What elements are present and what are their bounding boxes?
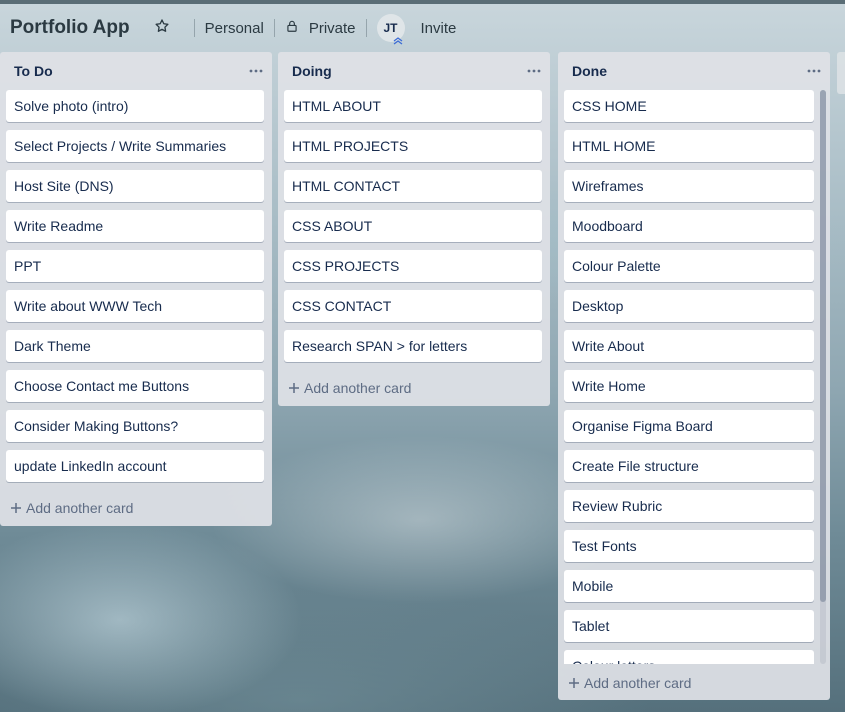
list-title[interactable]: Doing [292, 63, 332, 79]
visibility-label: Private [308, 19, 356, 37]
card[interactable]: Consider Making Buttons? [6, 410, 264, 442]
lock-icon [285, 19, 309, 37]
workspace-button[interactable]: Personal [205, 20, 264, 37]
header-divider [273, 19, 275, 37]
card[interactable]: HTML PROJECTS [284, 130, 542, 162]
list-title[interactable]: To Do [14, 63, 53, 79]
card[interactable]: HTML ABOUT [284, 90, 542, 122]
card[interactable]: Colour Palette [564, 250, 814, 282]
list-header: Doing [278, 52, 550, 90]
card[interactable]: Wireframes [564, 170, 814, 202]
card[interactable]: update LinkedIn account [6, 450, 264, 482]
card[interactable]: Write about WWW Tech [6, 290, 264, 322]
workspace-label: Personal [204, 19, 264, 37]
card-scroll-area[interactable]: CSS HOME HTML HOME Wireframes Moodboard … [558, 90, 830, 664]
card[interactable]: HTML CONTACT [284, 170, 542, 202]
list-doing: Doing HTML ABOUT HTML PROJECTS HTML CONT… [278, 52, 550, 406]
card[interactable]: Tablet [564, 610, 814, 642]
admin-chevrons-icon [393, 37, 402, 45]
card[interactable]: Write About [564, 330, 814, 362]
card[interactable]: HTML HOME [564, 130, 814, 162]
card[interactable]: Create File structure [564, 450, 814, 482]
list-header: To Do [0, 52, 272, 90]
card[interactable]: Host Site (DNS) [6, 170, 264, 202]
star-icon[interactable] [154, 18, 184, 39]
card[interactable]: Select Projects / Write Summaries [6, 130, 264, 162]
header-divider [365, 19, 367, 37]
card[interactable]: Moodboard [564, 210, 814, 242]
card[interactable]: Organise Figma Board [564, 410, 814, 442]
card[interactable]: Desktop [564, 290, 814, 322]
plus-icon [289, 383, 299, 393]
card[interactable]: Review Rubric [564, 490, 814, 522]
header-divider [193, 19, 195, 37]
card[interactable]: CSS ABOUT [284, 210, 542, 242]
scrollbar-thumb[interactable] [820, 90, 826, 602]
card[interactable]: Write Readme [6, 210, 264, 242]
card[interactable]: CSS HOME [564, 90, 814, 122]
card[interactable]: CSS PROJECTS [284, 250, 542, 282]
card-list: HTML ABOUT HTML PROJECTS HTML CONTACT CS… [278, 90, 550, 362]
card-list: CSS HOME HTML HOME Wireframes Moodboard … [558, 90, 830, 664]
board-header: Portfolio App Personal Private JT Invite [0, 4, 845, 52]
card[interactable]: Write Home [564, 370, 814, 402]
card[interactable]: Colour letters [564, 650, 814, 664]
avatar[interactable]: JT [376, 14, 405, 45]
card[interactable]: Mobile [564, 570, 814, 602]
add-card-label: Add another card [584, 675, 692, 691]
add-card-button[interactable]: Add another card [558, 664, 830, 702]
add-card-button[interactable]: Add another card [278, 370, 550, 406]
more-horizontal-icon[interactable] [526, 62, 542, 80]
more-horizontal-icon[interactable] [248, 62, 264, 80]
add-card-label: Add another card [304, 380, 412, 396]
scrollbar[interactable] [820, 90, 826, 664]
plus-icon [569, 678, 579, 688]
avatar-initials: JT [383, 21, 398, 35]
board-title[interactable]: Portfolio App [10, 17, 130, 39]
card[interactable]: Solve photo (intro) [6, 90, 264, 122]
list-done: Done CSS HOME HTML HOME Wireframes Moodb… [558, 52, 830, 700]
add-card-label: Add another card [26, 500, 134, 516]
invite-label: Invite [420, 19, 457, 37]
list-title[interactable]: Done [572, 63, 607, 79]
card[interactable]: PPT [6, 250, 264, 282]
card[interactable]: Research SPAN > for letters [284, 330, 542, 362]
invite-button[interactable]: Invite [421, 20, 457, 37]
add-card-button[interactable]: Add another card [0, 490, 272, 526]
list-header: Done [558, 52, 830, 90]
plus-icon [11, 503, 21, 513]
card[interactable]: CSS CONTACT [284, 290, 542, 322]
list-todo: To Do Solve photo (intro) Select Project… [0, 52, 272, 526]
next-list-edge [837, 52, 845, 94]
more-horizontal-icon[interactable] [806, 62, 822, 80]
card[interactable]: Dark Theme [6, 330, 264, 362]
visibility-button[interactable]: Private [285, 19, 356, 37]
card[interactable]: Choose Contact me Buttons [6, 370, 264, 402]
card[interactable]: Test Fonts [564, 530, 814, 562]
card-list: Solve photo (intro) Select Projects / Wr… [0, 90, 272, 482]
